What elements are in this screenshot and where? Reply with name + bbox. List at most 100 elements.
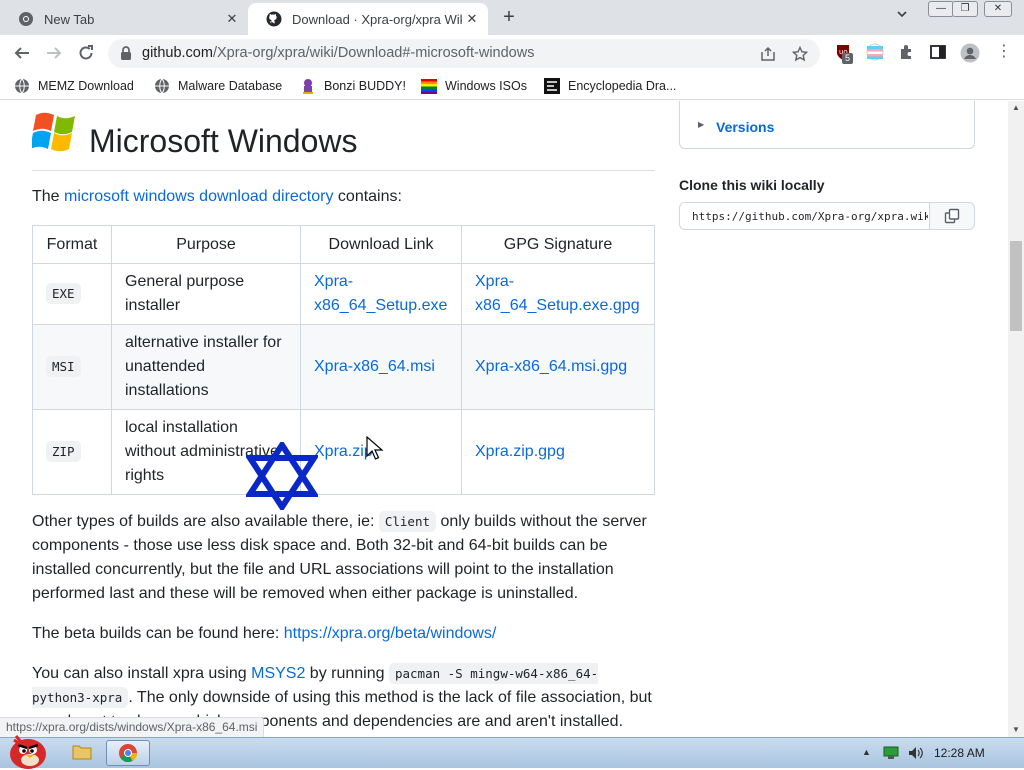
tab-title: New Tab [44,11,95,27]
signature-link[interactable]: Xpra.zip.gpg [475,443,565,460]
reload-button[interactable] [74,41,98,65]
bookmarks-bar: MEMZ Download Malware Database Bonzi BUD… [0,72,1024,100]
taskbar-chrome-button[interactable] [106,740,150,766]
close-tab-icon[interactable]: ✕ [222,9,242,29]
page-title: Microsoft Windows [89,123,358,159]
clone-url-text[interactable]: https://github.com/Xpra-org/xpra.wiki.gi… [692,210,928,223]
bookmark-item[interactable]: Bonzi BUDDY! [300,76,406,96]
minimize-button[interactable]: — [928,1,954,17]
chrome-icon [19,12,33,26]
col-header-download: Download Link [300,225,462,264]
forward-button[interactable] [42,41,66,65]
table-header-row: Format Purpose Download Link GPG Signatu… [32,225,655,264]
table-row: MSI alternative installer for unattended… [32,324,655,410]
purpose-cell: General purpose installer [111,263,301,325]
side-panel-icon[interactable] [929,43,949,63]
close-tab-icon[interactable]: ✕ [462,9,482,29]
bookmark-label: Encyclopedia Dra... [568,79,677,93]
copy-button[interactable] [929,203,974,229]
versions-toggle[interactable]: ▶ Versions [679,101,975,149]
taskbar-clock[interactable]: 12:28 AM [934,746,985,760]
clone-url-field[interactable]: https://github.com/Xpra-org/xpra.wiki.gi… [679,202,975,230]
inline-code: Client [378,511,437,532]
tab-search-chevron-icon[interactable] [896,8,908,23]
bookmark-item[interactable]: Encyclopedia Dra... [544,76,676,96]
signature-cell: Xpra-x86_64_Setup.exe.gpg [461,263,655,325]
bookmark-star-icon[interactable] [791,43,809,66]
network-icon[interactable] [883,746,899,760]
section-heading: Microsoft Windows [32,105,655,171]
browser-toolbar: github.com/Xpra-org/xpra/wiki/Download#-… [0,35,1024,72]
tab-xpra-download[interactable]: Download · Xpra-org/xpra Wiki ✕ [248,3,488,35]
bookmark-item[interactable]: MEMZ Download [14,76,134,96]
table-row: EXE General purpose installer Xpra-x86_6… [32,263,655,325]
back-button[interactable] [10,41,34,65]
col-header-format: Format [32,225,112,264]
tab-title: Download · Xpra-org/xpra Wiki [292,11,462,27]
beta-builds-link[interactable]: https://xpra.org/beta/windows/ [284,625,497,642]
scroll-down-arrow-icon[interactable]: ▼ [1012,725,1020,734]
encyclopedia-icon [544,78,560,94]
copy-icon [944,208,960,224]
versions-label: Versions [716,119,775,135]
folder-icon [72,745,92,760]
download-link-cell: Xpra-x86_64.msi [300,324,462,410]
globe-icon [155,78,169,94]
close-window-button[interactable]: ✕ [984,1,1012,17]
bookmark-item[interactable]: Windows ISOs [421,76,527,96]
download-directory-link[interactable]: microsoft windows download directory [64,188,333,205]
download-table: Format Purpose Download Link GPG Signatu… [32,225,655,495]
bookmark-item[interactable]: Malware Database [154,76,282,96]
menu-kebab-icon[interactable]: ⋮ [994,43,1014,63]
address-bar[interactable]: github.com/Xpra-org/xpra/wiki/Download#-… [108,39,820,68]
extensions-puzzle-icon[interactable] [898,43,918,63]
bookmark-label: MEMZ Download [38,79,134,93]
disclosure-triangle-icon: ▶ [698,120,705,129]
page-scrollbar[interactable]: ▲ ▼ [1008,101,1024,737]
share-icon[interactable] [760,43,776,66]
star-of-david-icon [246,442,318,510]
windows-flag-icon [421,79,437,94]
volume-icon[interactable] [908,746,924,760]
col-header-signature: GPG Signature [461,225,655,264]
wiki-page: Microsoft Windows The microsoft windows … [0,101,1008,737]
tray-expand-arrow-icon[interactable]: ▲ [862,747,871,757]
beta-builds-paragraph: The beta builds can be found here: https… [32,625,497,642]
back-arrow-icon [14,47,29,59]
github-icon [266,11,282,27]
download-link[interactable]: Xpra.zip [314,443,373,460]
new-tab-button[interactable]: + [498,7,520,29]
address-url: github.com/Xpra-org/xpra/wiki/Download#-… [142,45,535,61]
format-cell: MSI [32,324,112,410]
taskbar-explorer-button[interactable] [62,740,102,766]
ublock-extension-icon[interactable]: uo 5 [834,43,854,64]
pride-flag-extension-icon[interactable] [866,43,886,63]
bookmark-label: Windows ISOs [445,79,527,93]
signature-cell: Xpra.zip.gpg [461,409,655,495]
mouse-cursor-icon [366,436,384,460]
intro-paragraph: The microsoft windows download directory… [32,188,402,205]
table-row: ZIP local installation without administr… [32,409,655,495]
lock-icon[interactable] [120,46,132,60]
start-button-angry-bird-icon[interactable] [4,730,50,770]
tab-new-tab[interactable]: New Tab ✕ [0,3,248,35]
scroll-up-arrow-icon[interactable]: ▲ [1012,103,1020,112]
chrome-icon [119,744,137,763]
msys2-link[interactable]: MSYS2 [251,665,305,682]
bonzi-icon [303,79,313,94]
signature-link[interactable]: Xpra-x86_64.msi.gpg [475,358,627,375]
signature-link[interactable]: Xpra-x86_64_Setup.exe.gpg [475,273,640,314]
maximize-button[interactable]: ❐ [952,1,978,17]
download-link[interactable]: Xpra-x86_64_Setup.exe [314,273,447,314]
profile-avatar-icon[interactable] [960,43,980,63]
col-header-purpose: Purpose [111,225,301,264]
tab-strip: New Tab ✕ Download · Xpra-org/xpra Wiki … [0,0,1024,35]
windows-logo-icon [32,112,75,152]
purpose-cell: alternative installer for unattended ins… [111,324,301,410]
scrollbar-thumb[interactable] [1010,241,1022,331]
other-builds-paragraph: Other types of builds are also available… [32,511,647,602]
taskbar: ▲ 12:28 AM [0,735,1024,769]
download-link[interactable]: Xpra-x86_64.msi [314,358,435,375]
bookmark-label: Bonzi BUDDY! [324,79,406,93]
clone-wiki-label: Clone this wiki locally [679,177,825,193]
